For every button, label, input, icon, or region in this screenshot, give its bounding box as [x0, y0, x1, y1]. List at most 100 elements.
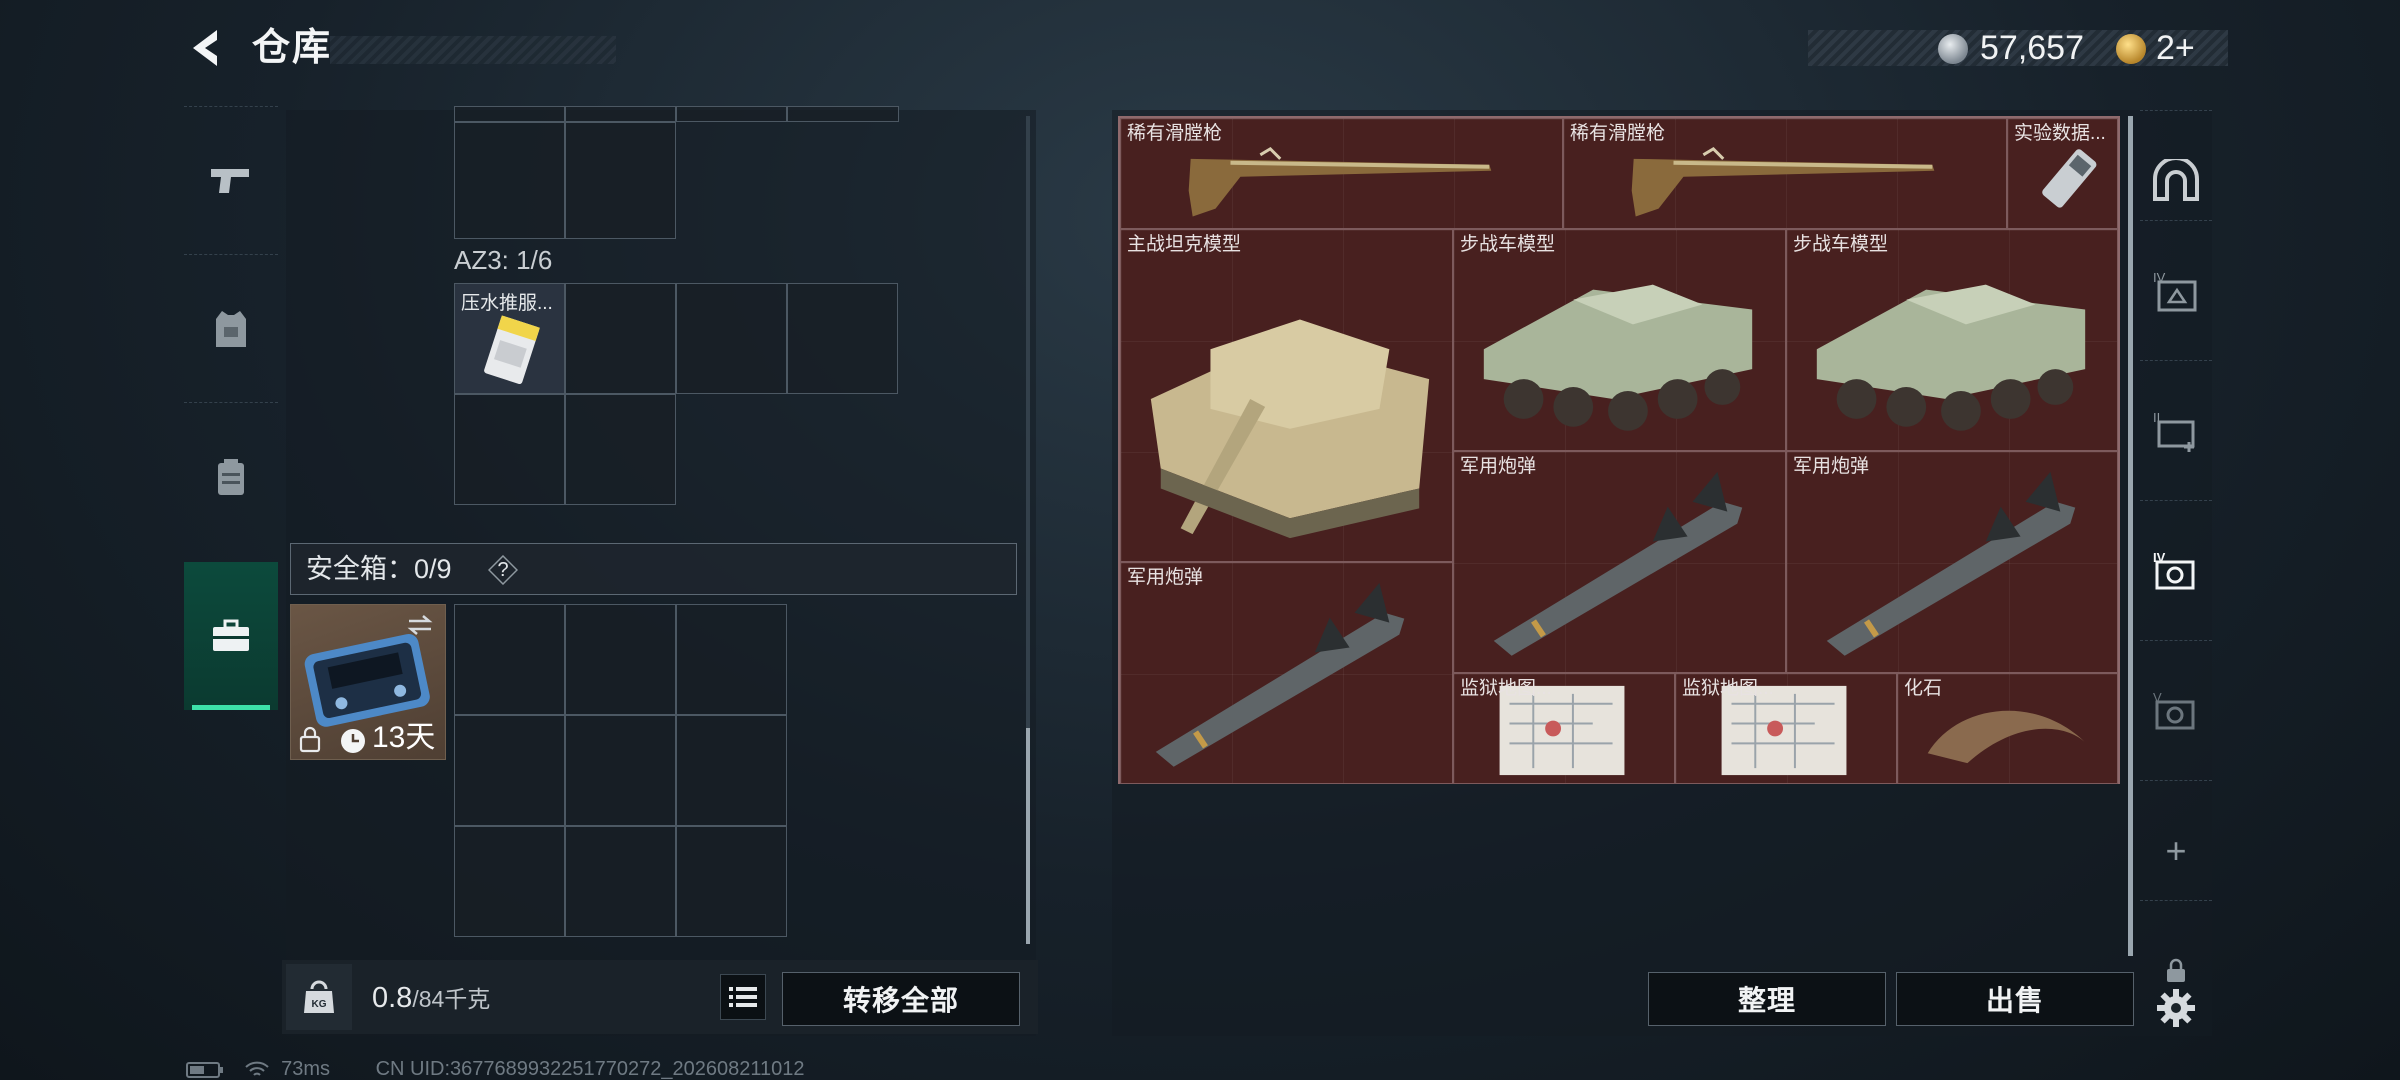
tab-weapons[interactable] — [184, 106, 278, 254]
list-icon — [729, 987, 757, 1007]
settings-button[interactable] — [2140, 976, 2212, 1040]
stash-item-prison-map[interactable]: 监狱地图... — [1675, 673, 1897, 784]
item-name: 监狱地图... — [1682, 678, 1774, 699]
item-name: 军用炮弹 — [1460, 456, 1537, 477]
kettlebell-icon: KG — [304, 980, 334, 1013]
ifv-icon — [1816, 284, 2086, 431]
tank-icon — [1150, 319, 1430, 539]
wifi-icon — [244, 1061, 269, 1076]
stash-item-artillery-shell[interactable]: 军用炮弹 — [1120, 562, 1453, 784]
grid-slot[interactable] — [676, 106, 787, 122]
weight-icon-box: KG — [286, 964, 352, 1030]
tab-safebox[interactable] — [184, 562, 278, 710]
missile-icon — [1155, 582, 1405, 767]
ticket-balance[interactable]: 2+ — [2156, 26, 2195, 70]
grid-slot[interactable] — [565, 394, 676, 505]
missile-icon — [1493, 471, 1743, 656]
stash-page-sidebar: IV II IV V + — [2140, 110, 2212, 1027]
help-button[interactable]: ? — [488, 555, 518, 585]
grid-slot[interactable] — [787, 106, 899, 122]
safebox-timer: 13天 — [372, 721, 436, 754]
safebox-slot[interactable] — [676, 826, 787, 937]
list-view-button[interactable] — [720, 974, 766, 1020]
stash-item-artillery-shell[interactable]: 军用炮弹 — [1453, 451, 1786, 673]
sort-button[interactable]: 整理 — [1648, 972, 1886, 1026]
back-button[interactable] — [182, 20, 232, 76]
item-name: 步战车模型 — [1793, 234, 1889, 255]
safebox-label: 安全箱：0/9 — [306, 554, 452, 584]
grid-item-slot[interactable]: 压水推服... — [454, 283, 565, 394]
page-title: 仓库 — [252, 27, 333, 69]
ping-value: 73ms — [281, 1058, 331, 1080]
grid-slot[interactable] — [454, 122, 565, 239]
add-stash-page-button[interactable]: + — [2140, 780, 2212, 920]
stash-item-fossil[interactable]: 化石 — [1897, 673, 2118, 784]
category-sidebar — [184, 106, 278, 710]
stash-scrollbar[interactable] — [2128, 116, 2133, 956]
weight-capacity: /84千克 — [412, 986, 491, 1012]
safebox-slot[interactable] — [454, 715, 565, 826]
swap-icon[interactable] — [405, 613, 435, 637]
safebox-slot[interactable] — [676, 715, 787, 826]
pistol-icon — [211, 168, 249, 193]
tab-stash-2[interactable]: II — [2140, 360, 2212, 500]
tab-stash-4-active[interactable]: IV — [2140, 500, 2212, 640]
arch-icon — [2153, 158, 2199, 201]
clock-icon — [341, 729, 365, 753]
header-decoration — [330, 36, 616, 64]
item-name: 实验数据... — [2014, 123, 2106, 144]
compressed-biscuit-icon — [484, 315, 540, 385]
stash-item-ifv-model[interactable]: 步战车模型 — [1786, 229, 2118, 451]
stash-item-ifv-model[interactable]: 步战车模型 — [1453, 229, 1786, 451]
back-arrow-icon — [193, 30, 217, 66]
box-2-icon: II — [2153, 410, 2195, 452]
safebox-slot[interactable] — [454, 604, 565, 715]
item-name: 军用炮弹 — [1793, 456, 1870, 477]
briefcase-icon — [213, 619, 249, 651]
stash-item-tank-model[interactable]: 主战坦克模型 — [1120, 229, 1453, 562]
status-bar: 73ms CN UID:3677689932251770272_20260821… — [186, 1058, 805, 1080]
lock-icon — [299, 726, 321, 753]
tab-backpack[interactable] — [184, 402, 278, 550]
grid-slot[interactable] — [565, 283, 676, 394]
safebox-slot[interactable] — [676, 604, 787, 715]
container-scrollbar[interactable] — [1026, 728, 1030, 944]
grid-slot[interactable] — [454, 106, 565, 122]
coin-balance: 57,657 — [1980, 29, 2084, 67]
camera-4-icon: IV — [2153, 550, 2195, 589]
grid-slot[interactable] — [454, 394, 565, 505]
stash-item-artillery-shell[interactable]: 军用炮弹 — [1786, 451, 2118, 673]
stash-item-musket[interactable]: 稀有滑膛枪 — [1563, 118, 2007, 229]
backpack-icon — [218, 458, 244, 495]
ticket-icon — [2116, 34, 2146, 64]
item-name: 军用炮弹 — [1127, 567, 1204, 588]
svg-text:KG: KG — [312, 999, 327, 1010]
box-4-icon: IV — [2153, 270, 2197, 311]
safebox-slot[interactable] — [454, 826, 565, 937]
grid-slot[interactable] — [565, 106, 676, 122]
item-name: 压水推服... — [461, 293, 553, 314]
grid-slot[interactable] — [676, 283, 787, 394]
safebox-slot[interactable] — [565, 715, 676, 826]
transfer-all-button[interactable]: 转移全部 — [782, 972, 1020, 1026]
uid-text: CN UID:3677689932251770272_202608211012 — [375, 1058, 805, 1080]
safebox-slot[interactable] — [565, 826, 676, 937]
grid-slot[interactable] — [787, 283, 898, 394]
stash-item-prison-map[interactable]: 监狱地图... — [1453, 673, 1675, 784]
safebox-slot[interactable] — [565, 604, 676, 715]
item-name: 稀有滑膛枪 — [1570, 123, 1666, 144]
item-name: 步战车模型 — [1460, 234, 1556, 255]
az3-label: AZ3: 1/6 — [454, 245, 553, 275]
coin-icon — [1938, 34, 1968, 64]
stash-item-musket[interactable]: 稀有滑膛枪 — [1120, 118, 1563, 229]
sell-button[interactable]: 出售 — [1896, 972, 2134, 1026]
tab-stash-4[interactable]: IV — [2140, 220, 2212, 360]
grid-slot[interactable] — [565, 122, 676, 239]
weight-value: 0.8 — [372, 982, 413, 1014]
tab-armor[interactable] — [184, 254, 278, 402]
vest-icon — [216, 310, 246, 347]
ifv-icon — [1483, 284, 1753, 431]
item-name: 化石 — [1904, 678, 1943, 699]
stash-item-experiment-data[interactable]: 实验数据... — [2007, 118, 2118, 229]
tab-stash-5[interactable]: V — [2140, 640, 2212, 780]
